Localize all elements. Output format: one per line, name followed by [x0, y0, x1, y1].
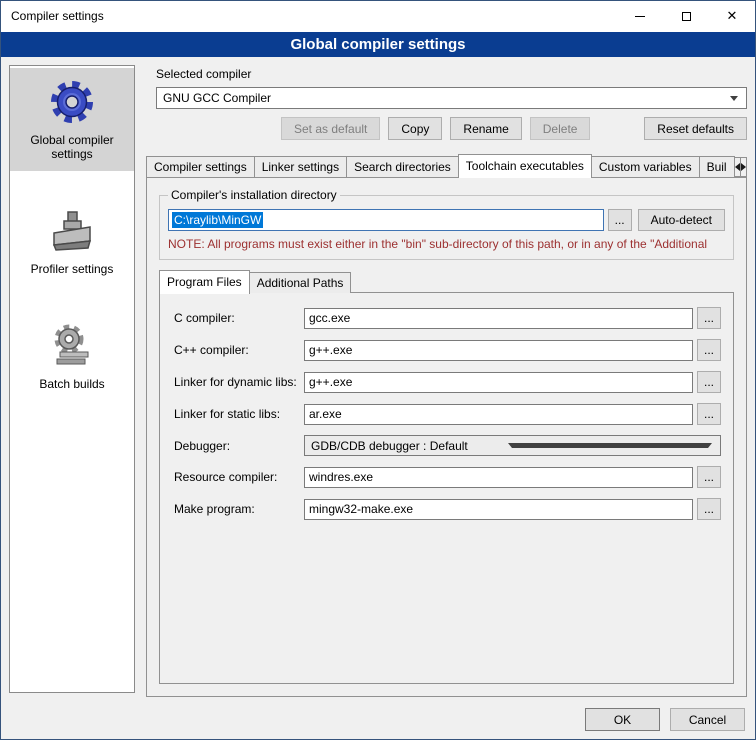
chevron-down-icon [508, 443, 713, 448]
sidebar-item-batch-builds[interactable]: Batch builds [10, 312, 134, 401]
compiler-combobox[interactable]: GNU GCC Compiler [156, 87, 747, 109]
field-label: C++ compiler: [174, 343, 304, 357]
close-button[interactable]: ✕ [709, 1, 755, 32]
maximize-icon [682, 12, 691, 21]
right-arrow-icon [741, 163, 746, 171]
tab-scroll-right-button[interactable] [740, 157, 747, 177]
sidebar-item-label: Batch builds [39, 377, 104, 391]
close-icon: ✕ [727, 10, 738, 23]
installation-directory-group: Compiler's installation directory C:\ray… [159, 188, 734, 260]
form-row: C++ compiler: ... [174, 339, 721, 361]
maximize-button[interactable] [663, 1, 709, 32]
tab-search-directories[interactable]: Search directories [346, 156, 459, 177]
field-label: Make program: [174, 502, 304, 516]
tab-compiler-settings[interactable]: Compiler settings [146, 156, 255, 177]
set-as-default-button[interactable]: Set as default [281, 117, 380, 140]
form-row: Debugger: GDB/CDB debugger : Default [174, 435, 721, 456]
profiler-icon [48, 207, 96, 255]
field-label: Linker for static libs: [174, 407, 304, 421]
debugger-combobox-value: GDB/CDB debugger : Default [311, 439, 508, 453]
form-row: Resource compiler: ... [174, 466, 721, 488]
installation-directory-group-title: Compiler's installation directory [168, 188, 340, 202]
minimize-button[interactable] [617, 1, 663, 32]
install-dir-input[interactable]: C:\raylib\MinGW [168, 209, 604, 231]
compiler-combobox-value: GNU GCC Compiler [163, 91, 730, 105]
cancel-button[interactable]: Cancel [670, 708, 745, 731]
tab-build[interactable]: Buil [699, 156, 735, 177]
field-label: Resource compiler: [174, 470, 304, 484]
page-title: Global compiler settings [1, 32, 755, 57]
installation-directory-row: C:\raylib\MinGW ... Auto-detect [168, 209, 725, 231]
tab-linker-settings[interactable]: Linker settings [254, 156, 347, 177]
field-label: Debugger: [174, 439, 304, 453]
compiler-settings-window: Compiler settings ✕ Global compiler sett… [0, 0, 756, 740]
rename-button[interactable]: Rename [450, 117, 521, 140]
browse-button[interactable]: ... [697, 339, 721, 361]
main-panel: Selected compiler GNU GCC Compiler Set a… [146, 65, 747, 697]
browse-button[interactable]: ... [697, 371, 721, 393]
dialog-footer: OK Cancel [575, 708, 745, 731]
static-linker-input[interactable] [304, 404, 693, 425]
field-label: Linker for dynamic libs: [174, 375, 304, 389]
browse-button[interactable]: ... [697, 498, 721, 520]
field-label: C compiler: [174, 311, 304, 325]
chevron-down-icon [730, 96, 738, 101]
titlebar: Compiler settings ✕ [1, 1, 755, 32]
toolchain-executables-panel: Compiler's installation directory C:\ray… [146, 177, 747, 697]
tab-strip: Compiler settings Linker settings Search… [146, 153, 747, 177]
window-title: Compiler settings [1, 1, 617, 32]
delete-button[interactable]: Delete [530, 117, 591, 140]
subtab-program-files[interactable]: Program Files [159, 270, 250, 294]
sidebar-item-label: Global compiler settings [12, 133, 132, 161]
c-compiler-input[interactable] [304, 308, 693, 329]
auto-detect-button[interactable]: Auto-detect [638, 209, 725, 231]
form-row: Make program: ... [174, 498, 721, 520]
make-program-input[interactable] [304, 499, 693, 520]
install-dir-value: C:\raylib\MinGW [172, 212, 263, 228]
copy-button[interactable]: Copy [388, 117, 442, 140]
note-text: NOTE: All programs must exist either in … [168, 237, 725, 251]
subtab-additional-paths[interactable]: Additional Paths [249, 272, 352, 293]
sidebar-item-label: Profiler settings [31, 262, 114, 276]
browse-button[interactable]: ... [608, 209, 632, 231]
form-row: C compiler: ... [174, 307, 721, 329]
cpp-compiler-input[interactable] [304, 340, 693, 361]
form-row: Linker for static libs: ... [174, 403, 721, 425]
subtab-strip: Program Files Additional Paths [159, 270, 734, 293]
debugger-combobox[interactable]: GDB/CDB debugger : Default [304, 435, 721, 456]
tab-toolchain-executables[interactable]: Toolchain executables [458, 154, 592, 178]
gear-icon [48, 78, 96, 126]
dynamic-linker-input[interactable] [304, 372, 693, 393]
sidebar-item-global-compiler-settings[interactable]: Global compiler settings [10, 68, 134, 171]
selected-compiler-label: Selected compiler [156, 67, 747, 81]
compiler-buttons-row: Set as default Copy Rename Delete Reset … [156, 117, 747, 140]
tab-custom-variables[interactable]: Custom variables [591, 156, 700, 177]
sidebar-item-profiler-settings[interactable]: Profiler settings [10, 197, 134, 286]
dialog-body: Global compiler settings Profiler settin… [1, 57, 755, 739]
program-files-panel: C compiler: ... C++ compiler: ... Linker… [159, 292, 734, 684]
browse-button[interactable]: ... [697, 466, 721, 488]
resource-compiler-input[interactable] [304, 467, 693, 488]
minimize-icon [635, 16, 645, 17]
browse-button[interactable]: ... [697, 403, 721, 425]
ok-button[interactable]: OK [585, 708, 660, 731]
batch-builds-icon [48, 322, 96, 370]
form-row: Linker for dynamic libs: ... [174, 371, 721, 393]
sidebar: Global compiler settings Profiler settin… [9, 65, 135, 693]
browse-button[interactable]: ... [697, 307, 721, 329]
reset-defaults-button[interactable]: Reset defaults [644, 117, 747, 140]
